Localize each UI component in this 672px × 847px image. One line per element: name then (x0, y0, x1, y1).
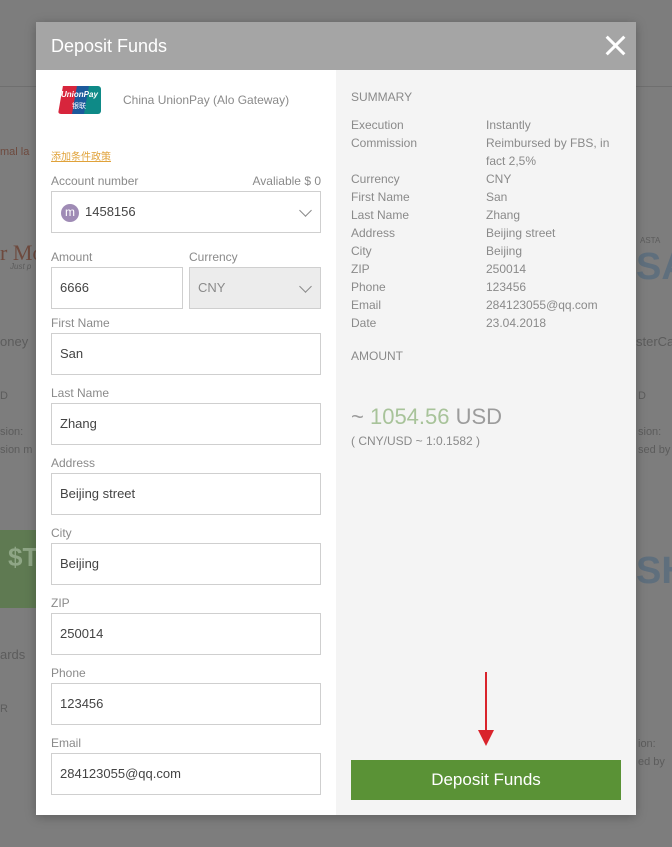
converted-amount: ~ 1054.56 USD (351, 404, 502, 430)
logo-text: UnionPay (61, 90, 98, 99)
m-badge-icon: m (61, 204, 79, 222)
phone-field[interactable]: 123456 (51, 683, 321, 725)
summary-value: 284123055@qq.com (486, 298, 598, 312)
summary-key: Date (351, 316, 377, 330)
last-name-field[interactable]: Zhang (51, 403, 321, 445)
summary-key: Address (351, 226, 396, 240)
summary-value: Reimbursed by FBS, in fact 2,5% (486, 136, 610, 168)
account-number-label: Account number (51, 174, 139, 188)
summary-key: Currency (351, 172, 400, 186)
currency-label: Currency (189, 250, 238, 264)
chevron-down-icon (299, 204, 312, 217)
zip-field[interactable]: 250014 (51, 613, 321, 655)
logo-cn-text: 银联 (72, 103, 86, 110)
amount-input[interactable]: 6666 (51, 267, 183, 309)
background-text: sterCa (636, 334, 672, 349)
summary-value: Zhang (486, 208, 521, 222)
address-field[interactable]: Beijing street (51, 473, 321, 515)
background-text: ards (0, 647, 26, 662)
background-text: D (0, 390, 8, 402)
summary-value: 250014 (486, 262, 527, 276)
red-arrow-annotation-icon (478, 672, 494, 746)
amount-prefix: ~ (351, 404, 370, 429)
summary-value: 23.04.2018 (486, 316, 547, 330)
account-value: 1458156 (85, 204, 136, 219)
currency-value: CNY (198, 280, 226, 295)
summary-value: CNY (486, 172, 512, 186)
background-text: mal la (0, 146, 30, 158)
email-label: Email (51, 736, 82, 750)
close-icon[interactable] (604, 34, 626, 56)
amount-value: 1054.56 (369, 404, 450, 429)
background-text: $T (8, 542, 39, 572)
deposit-form: UnionPay 银联 China UnionPay (Alo Gateway)… (36, 70, 336, 815)
chevron-down-icon (299, 280, 312, 293)
background-text: SA (636, 246, 672, 288)
summary-key: City (351, 244, 372, 258)
summary-heading: SUMMARY (351, 90, 413, 104)
first-name-field[interactable]: San (51, 333, 321, 375)
email-field[interactable]: 284123055@qq.com (51, 753, 321, 795)
summary-key: Phone (351, 280, 386, 294)
summary-value: Beijing (486, 244, 523, 258)
payment-method-name: China UnionPay (Alo Gateway) (123, 93, 290, 107)
background-text: sion: (0, 426, 24, 438)
unionpay-logo-icon: UnionPay 银联 (58, 86, 101, 114)
summary-key: Last Name (351, 208, 410, 222)
background-text: sion m (0, 444, 33, 456)
phone-label: Phone (51, 666, 86, 680)
summary-key: Email (351, 298, 382, 312)
background-text: ed by (638, 756, 665, 768)
account-select[interactable]: m 1458156 (51, 191, 321, 233)
summary-key: First Name (351, 190, 410, 204)
background-text: sed by (638, 444, 671, 456)
background-text: ion: (638, 738, 656, 750)
address-label: Address (51, 456, 96, 470)
currency-select[interactable]: CNY (189, 267, 321, 309)
summary-value: Instantly (486, 118, 531, 132)
background-text: sion: (638, 426, 662, 438)
amount-currency: USD (449, 404, 503, 429)
modal-title: Deposit Funds (51, 36, 168, 56)
amount-heading: AMOUNT (351, 349, 403, 363)
amount-label: Amount (51, 250, 93, 264)
background-text: Just p (10, 262, 32, 271)
city-label: City (51, 526, 72, 540)
city-field[interactable]: Beijing (51, 543, 321, 585)
background-promo-tile: $T (0, 530, 39, 608)
terms-link[interactable]: 添加条件政策 (51, 148, 111, 163)
background-text: D (638, 390, 646, 402)
exchange-rate: ( CNY/USD ~ 1:0.1582 ) (351, 434, 481, 448)
summary-key: ZIP (351, 262, 370, 276)
background-text: oney (0, 334, 29, 349)
zip-label: ZIP (51, 596, 70, 610)
deposit-funds-button[interactable]: Deposit Funds (351, 760, 621, 800)
available-balance: Avaliable $ 0 (252, 174, 322, 188)
modal-header: Deposit Funds (36, 22, 636, 70)
background-text: R (0, 703, 8, 715)
summary-value: 123456 (486, 280, 527, 294)
background-text: ASTA (640, 236, 661, 245)
deposit-funds-modal: Deposit Funds UnionPay 银联 China UnionPay… (36, 22, 636, 815)
summary-value: Beijing street (486, 226, 556, 240)
summary-key: Execution (351, 118, 404, 132)
background-text: SH (636, 550, 672, 592)
first-name-label: First Name (51, 316, 110, 330)
summary-value: San (486, 190, 508, 204)
last-name-label: Last Name (51, 386, 110, 400)
summary-key: Commission (351, 136, 418, 150)
